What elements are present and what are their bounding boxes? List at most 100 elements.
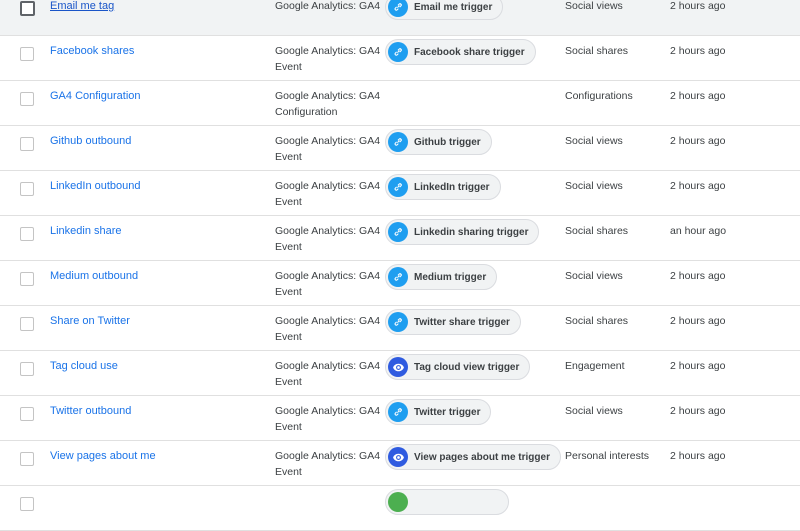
- tag-folder: Social shares: [565, 315, 629, 327]
- tag-type-line1: Google Analytics: GA4: [275, 180, 381, 192]
- tag-folder: Personal interests: [565, 450, 650, 462]
- link-icon: [388, 132, 408, 152]
- green-circle-icon: [388, 492, 408, 512]
- link-icon: [388, 0, 408, 17]
- table-row[interactable]: Email me tag Google Analytics: GA4 Email m…: [0, 0, 800, 36]
- row-checkbox[interactable]: [20, 92, 34, 106]
- tag-type-line1: Google Analytics: GA4: [275, 270, 381, 282]
- tag-type: Google Analytics: GA4 Event: [275, 135, 380, 165]
- last-edited: 2 hours ago: [670, 0, 726, 12]
- trigger-chip[interactable]: LinkedIn trigger: [385, 174, 501, 200]
- row-checkbox[interactable]: [20, 137, 34, 151]
- tag-folder: Social shares: [565, 225, 629, 237]
- table-row[interactable]: Tag cloud use Google Analytics: GA4 Event T…: [0, 351, 800, 396]
- link-icon: [388, 177, 408, 197]
- tag-name-link[interactable]: Linkedin share: [50, 225, 122, 237]
- tag-type-line1: Google Analytics: GA4: [275, 360, 381, 372]
- tag-folder: Social shares: [565, 45, 629, 57]
- last-edited: 2 hours ago: [670, 135, 726, 147]
- table-row[interactable]: Medium outbound Google Analytics: GA4 Even…: [0, 261, 800, 306]
- last-edited: 2 hours ago: [670, 450, 726, 462]
- last-edited: 2 hours ago: [670, 405, 726, 417]
- link-icon: [388, 312, 408, 332]
- last-edited: 2 hours ago: [670, 270, 726, 282]
- tag-name-link[interactable]: LinkedIn outbound: [50, 180, 141, 192]
- tag-type: Google Analytics: GA4 Event: [275, 450, 380, 480]
- table-row[interactable]: LinkedIn outbound Google Analytics: GA4 Ev…: [0, 171, 800, 216]
- row-checkbox[interactable]: [20, 452, 34, 466]
- trigger-chip[interactable]: Medium trigger: [385, 264, 498, 290]
- trigger-label: Twitter trigger: [414, 406, 481, 418]
- trigger-chip[interactable]: Twitter share trigger: [385, 309, 521, 335]
- link-icon: [388, 267, 408, 287]
- table-row[interactable]: Github outbound Google Analytics: GA4 Even…: [0, 126, 800, 171]
- table-row[interactable]: [0, 486, 800, 531]
- tag-type-line2: Event: [275, 61, 302, 73]
- tag-type-line2: Event: [275, 331, 302, 343]
- tag-folder: Social views: [565, 180, 623, 192]
- table-row[interactable]: Share on Twitter Google Analytics: GA4 Eve…: [0, 306, 800, 351]
- eye-icon: [388, 357, 408, 377]
- eye-icon: [388, 447, 408, 467]
- trigger-label: Tag cloud view trigger: [414, 361, 520, 373]
- link-icon: [388, 402, 408, 422]
- row-checkbox[interactable]: [20, 407, 34, 421]
- tag-name-link[interactable]: Email me tag: [50, 0, 114, 12]
- row-checkbox[interactable]: [20, 317, 34, 331]
- trigger-chip[interactable]: Facebook share trigger: [385, 39, 536, 65]
- table-row[interactable]: Twitter outbound Google Analytics: GA4 Eve…: [0, 396, 800, 441]
- tag-type-line1: Google Analytics: GA4: [275, 315, 381, 327]
- tag-type: Google Analytics: GA4 Event: [275, 315, 380, 345]
- last-edited: 2 hours ago: [670, 315, 726, 327]
- row-checkbox[interactable]: [20, 47, 34, 61]
- tag-type-line1: Google Analytics: GA4: [275, 0, 381, 12]
- trigger-chip[interactable]: Twitter trigger: [385, 399, 492, 425]
- tag-type-line1: Google Analytics: GA4: [275, 450, 381, 462]
- tag-type-line2: Event: [275, 466, 302, 478]
- table-row[interactable]: Linkedin share Google Analytics: GA4 Event…: [0, 216, 800, 261]
- tag-type: Google Analytics: GA4 Event: [275, 225, 380, 255]
- table-row[interactable]: GA4 Configuration Google Analytics: GA4 Co…: [0, 81, 800, 126]
- trigger-label: Twitter share trigger: [414, 316, 510, 328]
- trigger-chip[interactable]: Tag cloud view trigger: [385, 354, 531, 380]
- tag-folder: Engagement: [565, 360, 625, 372]
- trigger-chip[interactable]: [385, 489, 509, 515]
- tag-folder: Social views: [565, 270, 623, 282]
- row-checkbox[interactable]: [20, 182, 34, 196]
- trigger-chip[interactable]: Email me trigger: [385, 0, 504, 20]
- tag-name-link[interactable]: Facebook shares: [50, 45, 134, 57]
- trigger-chip[interactable]: Linkedin sharing trigger: [385, 219, 540, 245]
- row-checkbox[interactable]: [20, 1, 35, 16]
- table-row[interactable]: Facebook shares Google Analytics: GA4 Even…: [0, 36, 800, 81]
- tag-name-link[interactable]: Tag cloud use: [50, 360, 118, 372]
- tag-type-line2: Event: [275, 376, 302, 388]
- trigger-label: Github trigger: [414, 136, 481, 148]
- tags-table: Email me tag Google Analytics: GA4 Email m…: [0, 0, 800, 531]
- row-checkbox[interactable]: [20, 272, 34, 286]
- trigger-chip[interactable]: View pages about me trigger: [385, 444, 561, 470]
- tag-name-link[interactable]: GA4 Configuration: [50, 90, 141, 102]
- row-checkbox[interactable]: [20, 227, 34, 241]
- tag-type-line2: Event: [275, 196, 302, 208]
- last-edited: 2 hours ago: [670, 180, 726, 192]
- trigger-chip[interactable]: Github trigger: [385, 129, 492, 155]
- tag-type: Google Analytics: GA4 Event: [275, 45, 380, 75]
- tag-name-link[interactable]: Medium outbound: [50, 270, 138, 282]
- tag-name-link[interactable]: Share on Twitter: [50, 315, 130, 327]
- row-checkbox[interactable]: [20, 497, 34, 511]
- row-checkbox[interactable]: [20, 362, 34, 376]
- tag-type: Google Analytics: GA4 Configuration: [275, 90, 380, 120]
- link-icon: [388, 42, 408, 62]
- last-edited: an hour ago: [670, 225, 727, 237]
- trigger-label: LinkedIn trigger: [414, 181, 490, 193]
- tag-type-line1: Google Analytics: GA4: [275, 90, 381, 102]
- tag-name-link[interactable]: Twitter outbound: [50, 405, 131, 417]
- last-edited: 2 hours ago: [670, 90, 726, 102]
- trigger-label: View pages about me trigger: [414, 451, 550, 463]
- table-row[interactable]: View pages about me Google Analytics: GA4…: [0, 441, 800, 486]
- tag-folder: Social views: [565, 135, 623, 147]
- tag-name-link[interactable]: View pages about me: [50, 450, 156, 462]
- tag-folder: Configurations: [565, 90, 633, 102]
- tag-name-link[interactable]: Github outbound: [50, 135, 131, 147]
- last-edited: 2 hours ago: [670, 45, 726, 57]
